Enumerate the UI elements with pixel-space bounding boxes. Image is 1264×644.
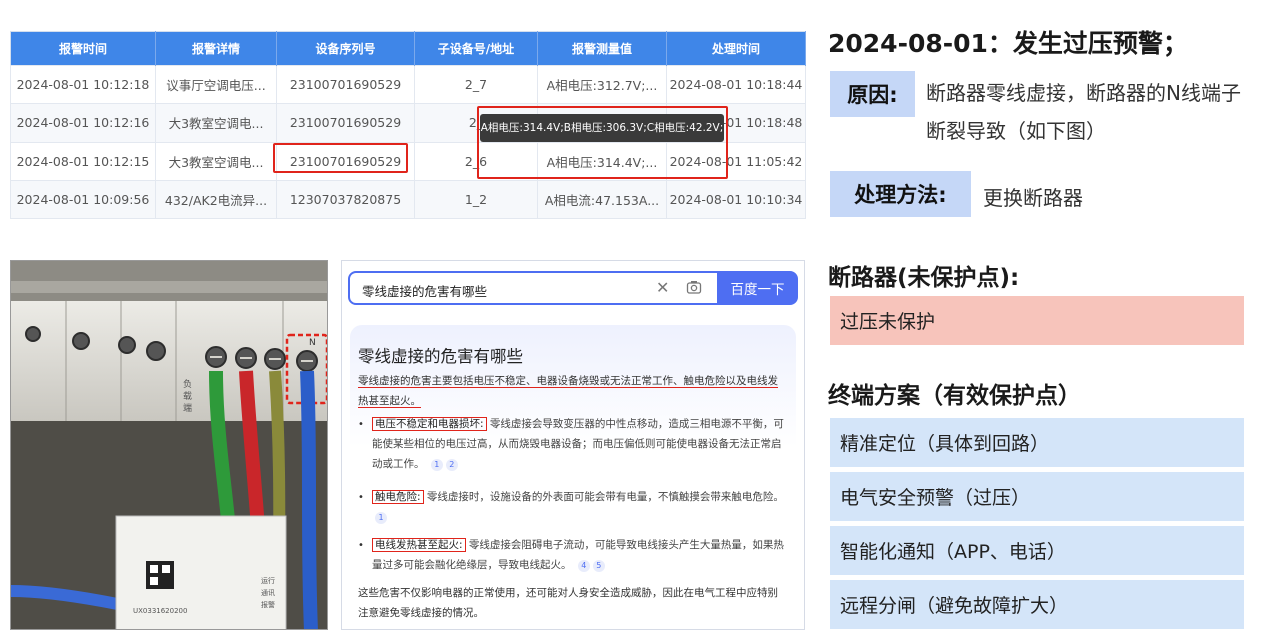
terminal-title: 终端方案（有效保护点）: [828, 383, 1081, 409]
citation-icon[interactable]: 4: [577, 560, 590, 572]
cell-alarm-time: 2024-08-01 10:12:18: [10, 64, 156, 105]
reason-text: 断路器零线虚接，断路器的N线端子断裂导致（如下图）: [926, 81, 1241, 143]
serial-highlight-box: [273, 143, 408, 173]
cell-handle-time: 2024-08-01 10:10:34: [666, 179, 806, 220]
method-text: 更换断路器: [983, 186, 1083, 210]
citation-icon[interactable]: 1: [430, 459, 443, 471]
item-tag: 电压不稳定和电器损坏:: [372, 417, 487, 431]
search-box[interactable]: 零线虚接的危害有哪些 ✕ 百度一下: [348, 271, 798, 305]
breaker-photo: N 负 载 端 UX0331620200 运行 通讯 报警: [10, 260, 328, 630]
cell-alarm-detail[interactable]: 议事厅空调电压...: [155, 64, 277, 105]
search-button[interactable]: 百度一下: [717, 271, 798, 305]
cell-measurement[interactable]: A相电压:312.7V;...: [537, 64, 667, 105]
cell-device-serial: 23100701690529: [276, 64, 415, 105]
cell-measurement[interactable]: A相电流:47.153A...: [537, 179, 667, 220]
qr-code-label: UX0331620200: [133, 607, 187, 615]
header-measurement[interactable]: 报警测量值: [537, 31, 667, 66]
cell-alarm-time: 2024-08-01 10:09:56: [10, 179, 156, 220]
camera-icon[interactable]: [686, 279, 702, 299]
header-alarm-time[interactable]: 报警时间: [10, 31, 156, 66]
item-tag: 触电危险:: [372, 490, 424, 504]
search-result-panel: 零线虚接的危害有哪些 ✕ 百度一下 零线虚接的危害有哪些 零线虚接的危害主要包括…: [341, 260, 805, 630]
solution-item: 智能化通知（APP、电话）: [830, 526, 1244, 575]
method-label: 处理方法:: [830, 171, 971, 217]
ai-answer-card: 零线虚接的危害有哪些 零线虚接的危害主要包括电压不稳定、电器设备烧毁或无法正常工…: [350, 325, 796, 629]
answer-conclusion: 这些危害不仅影响电器的正常使用，还可能对人身安全造成威胁，因此在电气工程中应特别…: [358, 587, 778, 619]
citation-icon[interactable]: 1: [375, 512, 387, 524]
cell-device-serial: 23100701690529: [276, 103, 415, 143]
answer-summary: 零线虚接的危害主要包括电压不稳定、电器设备烧毁或无法正常工作、触电危险以及电线发…: [358, 375, 778, 408]
header-alarm-detail[interactable]: 报警详情: [155, 31, 277, 66]
answer-item: 电线发热甚至起火: 零线虚接会阻碍电子流动，可能导致电线接头产生大量热量，如果热…: [372, 535, 788, 575]
indicator-run: 运行: [261, 576, 275, 585]
citation-icon[interactable]: 5: [592, 560, 605, 572]
table-row[interactable]: 2024-08-01 10:12:18 议事厅空调电压... 231007016…: [10, 64, 806, 105]
bullet-icon: •: [358, 540, 364, 551]
answer-item: 触电危险: 零线虚接时，设施设备的外表面可能会带有电量，不慎触摸会带来触电危险。…: [372, 487, 788, 527]
indicator-comm: 通讯: [261, 588, 275, 597]
clear-icon[interactable]: ✕: [656, 278, 669, 297]
cell-sub-device: 2_7: [414, 64, 538, 105]
header-device-serial[interactable]: 设备序列号: [276, 31, 415, 66]
measurement-tooltip: A相电压:314.4V;B相电压:306.3V;C相电压:42.2V;: [480, 114, 724, 142]
bullet-icon: •: [358, 419, 364, 430]
citation-icon[interactable]: 2: [445, 459, 458, 471]
breaker-title: 断路器(未保护点):: [828, 265, 1020, 291]
bullet-icon: •: [358, 492, 364, 503]
n-terminal-label: N: [309, 338, 316, 348]
answer-item: 电压不稳定和电器损坏: 零线虚接会导致变压器的中性点移动，造成三相电源不平衡，可…: [372, 414, 788, 474]
cell-alarm-time: 2024-08-01 10:12:15: [10, 141, 156, 181]
reason-label: 原因:: [830, 71, 915, 117]
cell-handle-time: 2024-08-01 10:18:44: [666, 64, 806, 105]
answer-title: 零线虚接的危害有哪些: [358, 347, 523, 366]
header-handle-time[interactable]: 处理时间: [666, 31, 806, 66]
item-tag: 电线发热甚至起火:: [372, 538, 466, 552]
cell-alarm-detail[interactable]: 432/AK2电流异...: [155, 179, 277, 220]
solution-item: 电气安全预警（过压）: [830, 472, 1244, 521]
table-header-row: 报警时间 报警详情 设备序列号 子设备号/地址 报警测量值 处理时间: [10, 31, 806, 66]
cell-alarm-detail[interactable]: 大3教室空调电...: [155, 141, 277, 181]
solution-item: 精准定位（具体到回路）: [830, 418, 1244, 467]
indicator-alarm: 报警: [261, 600, 275, 609]
cell-sub-device: 1_2: [414, 179, 538, 220]
cell-alarm-detail[interactable]: 大3教室空调电...: [155, 103, 277, 143]
unprotected-item: 过压未保护: [830, 296, 1244, 345]
search-input[interactable]: 零线虚接的危害有哪些: [362, 281, 487, 300]
cell-device-serial: 12307037820875: [276, 179, 415, 220]
solution-item: 远程分闸（避免故障扩大）: [830, 580, 1244, 629]
table-row[interactable]: 2024-08-01 10:09:56 432/AK2电流异... 123070…: [10, 179, 806, 220]
header-sub-device[interactable]: 子设备号/地址: [414, 31, 538, 66]
cell-alarm-time: 2024-08-01 10:12:16: [10, 103, 156, 143]
event-title: 2024-08-01：发生过压预警；: [828, 29, 1188, 58]
item-text: 零线虚接时，设施设备的外表面可能会带有电量，不慎触摸会带来触电危险。: [426, 491, 784, 503]
